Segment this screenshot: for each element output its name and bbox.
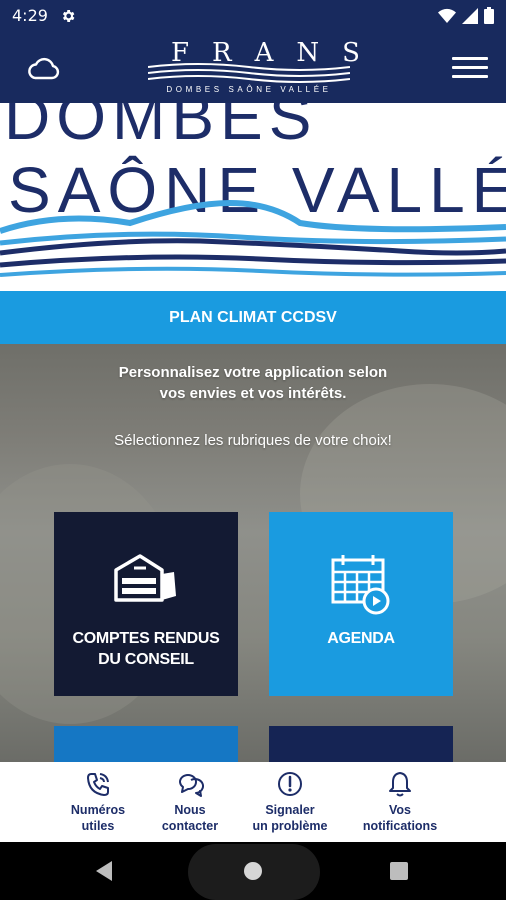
bell-icon [389, 772, 411, 797]
status-bar: 4:29 [0, 0, 506, 31]
status-time: 4:29 [12, 6, 48, 25]
home-icon[interactable] [243, 861, 263, 881]
hamburger-icon-bar [452, 65, 488, 69]
bottom-nav: Numéros utiles Nous contacter Signaler u… [0, 762, 506, 842]
nav-label: Signaler un problème [252, 802, 327, 834]
content-area: Personnalisez votre application selon vo… [0, 344, 506, 762]
tile-label-line: DU CONSEIL [98, 651, 194, 668]
intro-text: Personnalisez votre application selon vo… [0, 362, 506, 404]
nav-label: Vos notifications [363, 802, 437, 834]
nav-label-line: Signaler [265, 803, 315, 817]
logo-waves [148, 63, 350, 83]
nav-label-line: Numéros [70, 803, 126, 817]
system-nav-bar [0, 842, 506, 900]
nav-label: Nous contacter [162, 802, 218, 834]
nav-notifications[interactable]: Vos notifications [345, 770, 455, 834]
nav-label-line: Nous [174, 803, 206, 817]
nav-signaler-probleme[interactable]: Signaler un problème [235, 770, 345, 834]
battery-icon [484, 7, 494, 24]
intro-line: Personnalisez votre application selon [118, 364, 388, 381]
tile-partial[interactable] [269, 726, 453, 762]
app-header: FRANS DOMBES SAÔNE VALLÉE [0, 31, 506, 103]
calendar-clock-icon [331, 555, 390, 615]
nav-nous-contacter[interactable]: Nous contacter [135, 770, 245, 834]
hamburger-icon-bar [452, 74, 488, 78]
nav-label-line: utiles [81, 819, 115, 833]
tile-label: AGENDA [327, 630, 395, 647]
hero-banner[interactable]: DOMBES SAÔNE VALLÉE [0, 103, 506, 291]
nav-label-line: Vos [389, 803, 411, 817]
alert-icon [278, 772, 302, 796]
plan-climat-banner[interactable]: PLAN CLIMAT CCDSV [0, 291, 506, 344]
hamburger-icon-bar [452, 56, 488, 60]
recents-icon[interactable] [390, 862, 408, 880]
nav-label-line: notifications [362, 819, 438, 833]
tile-agenda[interactable]: AGENDA [269, 512, 453, 696]
hero-title-line1: DOMBES [4, 103, 318, 153]
tile-label: COMPTES RENDUS DU CONSEIL [73, 628, 220, 670]
nav-label-line: contacter [161, 819, 219, 833]
intro-line: vos envies et vos intérêts. [159, 385, 347, 402]
logo-subtitle: DOMBES SAÔNE VALLÉE [166, 85, 332, 94]
app-logo: FRANS DOMBES SAÔNE VALLÉE [148, 39, 360, 97]
nav-label-line: un problème [252, 819, 328, 833]
hero-waves-graphic [0, 199, 506, 277]
chat-icon [179, 774, 204, 797]
weather-button[interactable] [22, 51, 64, 85]
back-icon[interactable] [94, 860, 114, 882]
nav-label: Numéros utiles [71, 802, 125, 834]
select-prompt: Sélectionnez les rubriques de votre choi… [114, 432, 392, 449]
signal-icon [462, 7, 478, 24]
tile-comptes-rendus[interactable]: COMPTES RENDUS DU CONSEIL [54, 512, 238, 696]
cloud-icon [28, 57, 60, 80]
settings-gear-icon [62, 9, 75, 22]
menu-button[interactable] [452, 49, 488, 85]
building-icon [114, 554, 176, 602]
wifi-icon [438, 8, 456, 23]
tile-partial[interactable] [54, 726, 238, 762]
phone-icon [87, 773, 109, 796]
tile-label-line: COMPTES RENDUS [72, 630, 220, 647]
